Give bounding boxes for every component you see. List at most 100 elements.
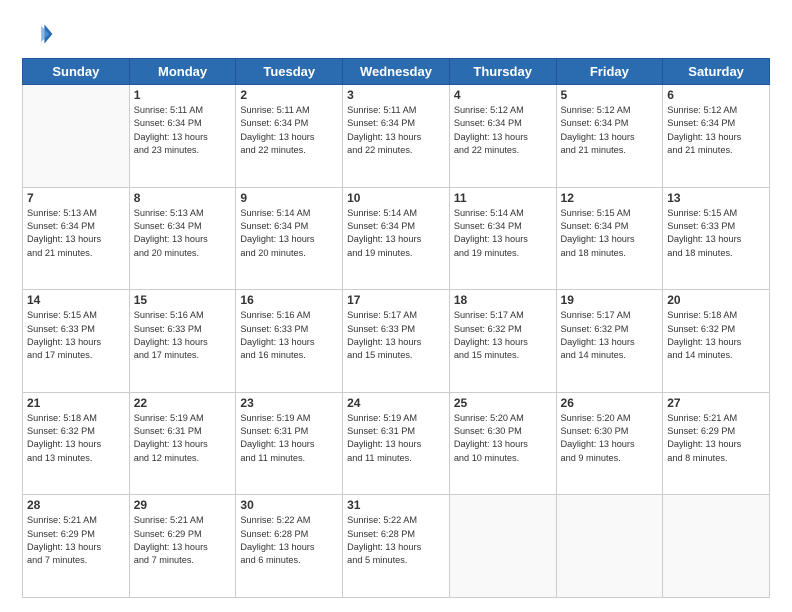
week-row-3: 14 Sunrise: 5:15 AMSunset: 6:33 PMDayligh… bbox=[23, 290, 770, 393]
day-info: Sunrise: 5:18 AMSunset: 6:32 PMDaylight:… bbox=[667, 309, 765, 362]
day-info: Sunrise: 5:14 AMSunset: 6:34 PMDaylight:… bbox=[240, 207, 338, 260]
day-cell-28: 28 Sunrise: 5:21 AMSunset: 6:29 PMDayligh… bbox=[23, 495, 130, 598]
day-number: 25 bbox=[454, 396, 552, 410]
day-number: 13 bbox=[667, 191, 765, 205]
day-cell-9: 9 Sunrise: 5:14 AMSunset: 6:34 PMDaylight… bbox=[236, 187, 343, 290]
day-number: 28 bbox=[27, 498, 125, 512]
day-number: 19 bbox=[561, 293, 659, 307]
day-info: Sunrise: 5:20 AMSunset: 6:30 PMDaylight:… bbox=[561, 412, 659, 465]
day-info: Sunrise: 5:22 AMSunset: 6:28 PMDaylight:… bbox=[240, 514, 338, 567]
day-number: 7 bbox=[27, 191, 125, 205]
day-cell-23: 23 Sunrise: 5:19 AMSunset: 6:31 PMDayligh… bbox=[236, 392, 343, 495]
day-info: Sunrise: 5:18 AMSunset: 6:32 PMDaylight:… bbox=[27, 412, 125, 465]
empty-cell bbox=[556, 495, 663, 598]
day-cell-7: 7 Sunrise: 5:13 AMSunset: 6:34 PMDaylight… bbox=[23, 187, 130, 290]
day-cell-5: 5 Sunrise: 5:12 AMSunset: 6:34 PMDaylight… bbox=[556, 85, 663, 188]
day-cell-18: 18 Sunrise: 5:17 AMSunset: 6:32 PMDayligh… bbox=[449, 290, 556, 393]
day-info: Sunrise: 5:20 AMSunset: 6:30 PMDaylight:… bbox=[454, 412, 552, 465]
day-info: Sunrise: 5:22 AMSunset: 6:28 PMDaylight:… bbox=[347, 514, 445, 567]
day-number: 20 bbox=[667, 293, 765, 307]
day-cell-30: 30 Sunrise: 5:22 AMSunset: 6:28 PMDayligh… bbox=[236, 495, 343, 598]
day-info: Sunrise: 5:15 AMSunset: 6:33 PMDaylight:… bbox=[667, 207, 765, 260]
day-cell-12: 12Sunrise: 5:15 AMSunset: 6:34 PMDayligh… bbox=[556, 187, 663, 290]
day-info: Sunrise: 5:14 AMSunset: 6:34 PMDaylight:… bbox=[347, 207, 445, 260]
day-info: Sunrise: 5:12 AMSunset: 6:34 PMDaylight:… bbox=[454, 104, 552, 157]
day-cell-16: 16 Sunrise: 5:16 AMSunset: 6:33 PMDayligh… bbox=[236, 290, 343, 393]
week-row-1: 1Sunrise: 5:11 AMSunset: 6:34 PMDaylight… bbox=[23, 85, 770, 188]
day-info: Sunrise: 5:19 AMSunset: 6:31 PMDaylight:… bbox=[134, 412, 232, 465]
column-header-monday: Monday bbox=[129, 59, 236, 85]
day-cell-8: 8 Sunrise: 5:13 AMSunset: 6:34 PMDaylight… bbox=[129, 187, 236, 290]
week-row-2: 7 Sunrise: 5:13 AMSunset: 6:34 PMDaylight… bbox=[23, 187, 770, 290]
day-info: Sunrise: 5:17 AMSunset: 6:33 PMDaylight:… bbox=[347, 309, 445, 362]
empty-cell bbox=[663, 495, 770, 598]
day-number: 4 bbox=[454, 88, 552, 102]
day-info: Sunrise: 5:15 AMSunset: 6:34 PMDaylight:… bbox=[561, 207, 659, 260]
day-cell-26: 26 Sunrise: 5:20 AMSunset: 6:30 PMDayligh… bbox=[556, 392, 663, 495]
day-cell-6: 6 Sunrise: 5:12 AMSunset: 6:34 PMDaylight… bbox=[663, 85, 770, 188]
day-cell-13: 13 Sunrise: 5:15 AMSunset: 6:33 PMDayligh… bbox=[663, 187, 770, 290]
day-number: 11 bbox=[454, 191, 552, 205]
calendar-table: SundayMondayTuesdayWednesdayThursdayFrid… bbox=[22, 58, 770, 598]
day-number: 8 bbox=[134, 191, 232, 205]
header bbox=[22, 18, 770, 50]
day-number: 30 bbox=[240, 498, 338, 512]
day-number: 5 bbox=[561, 88, 659, 102]
day-cell-31: 31 Sunrise: 5:22 AMSunset: 6:28 PMDayligh… bbox=[343, 495, 450, 598]
day-cell-25: 25 Sunrise: 5:20 AMSunset: 6:30 PMDayligh… bbox=[449, 392, 556, 495]
day-info: Sunrise: 5:16 AMSunset: 6:33 PMDaylight:… bbox=[240, 309, 338, 362]
empty-cell bbox=[449, 495, 556, 598]
day-cell-29: 29Sunrise: 5:21 AMSunset: 6:29 PMDayligh… bbox=[129, 495, 236, 598]
column-header-thursday: Thursday bbox=[449, 59, 556, 85]
day-cell-22: 22 Sunrise: 5:19 AMSunset: 6:31 PMDayligh… bbox=[129, 392, 236, 495]
day-number: 31 bbox=[347, 498, 445, 512]
page: SundayMondayTuesdayWednesdayThursdayFrid… bbox=[0, 0, 792, 612]
day-info: Sunrise: 5:21 AMSunset: 6:29 PMDaylight:… bbox=[27, 514, 125, 567]
day-cell-14: 14 Sunrise: 5:15 AMSunset: 6:33 PMDayligh… bbox=[23, 290, 130, 393]
day-number: 27 bbox=[667, 396, 765, 410]
day-cell-3: 3Sunrise: 5:11 AMSunset: 6:34 PMDaylight… bbox=[343, 85, 450, 188]
logo-icon bbox=[22, 18, 54, 50]
column-header-friday: Friday bbox=[556, 59, 663, 85]
day-number: 29 bbox=[134, 498, 232, 512]
column-header-saturday: Saturday bbox=[663, 59, 770, 85]
day-number: 26 bbox=[561, 396, 659, 410]
calendar-header-row: SundayMondayTuesdayWednesdayThursdayFrid… bbox=[23, 59, 770, 85]
day-number: 21 bbox=[27, 396, 125, 410]
day-number: 22 bbox=[134, 396, 232, 410]
day-info: Sunrise: 5:15 AMSunset: 6:33 PMDaylight:… bbox=[27, 309, 125, 362]
day-info: Sunrise: 5:19 AMSunset: 6:31 PMDaylight:… bbox=[240, 412, 338, 465]
day-cell-2: 2 Sunrise: 5:11 AMSunset: 6:34 PMDaylight… bbox=[236, 85, 343, 188]
day-cell-11: 11 Sunrise: 5:14 AMSunset: 6:34 PMDayligh… bbox=[449, 187, 556, 290]
day-cell-20: 20 Sunrise: 5:18 AMSunset: 6:32 PMDayligh… bbox=[663, 290, 770, 393]
day-info: Sunrise: 5:14 AMSunset: 6:34 PMDaylight:… bbox=[454, 207, 552, 260]
day-info: Sunrise: 5:19 AMSunset: 6:31 PMDaylight:… bbox=[347, 412, 445, 465]
week-row-4: 21 Sunrise: 5:18 AMSunset: 6:32 PMDayligh… bbox=[23, 392, 770, 495]
day-cell-1: 1Sunrise: 5:11 AMSunset: 6:34 PMDaylight… bbox=[129, 85, 236, 188]
day-number: 16 bbox=[240, 293, 338, 307]
day-number: 10 bbox=[347, 191, 445, 205]
day-cell-15: 15Sunrise: 5:16 AMSunset: 6:33 PMDayligh… bbox=[129, 290, 236, 393]
day-number: 23 bbox=[240, 396, 338, 410]
day-number: 6 bbox=[667, 88, 765, 102]
day-number: 2 bbox=[240, 88, 338, 102]
day-info: Sunrise: 5:13 AMSunset: 6:34 PMDaylight:… bbox=[134, 207, 232, 260]
day-number: 9 bbox=[240, 191, 338, 205]
day-number: 14 bbox=[27, 293, 125, 307]
day-info: Sunrise: 5:17 AMSunset: 6:32 PMDaylight:… bbox=[454, 309, 552, 362]
day-info: Sunrise: 5:13 AMSunset: 6:34 PMDaylight:… bbox=[27, 207, 125, 260]
empty-cell bbox=[23, 85, 130, 188]
day-cell-24: 24 Sunrise: 5:19 AMSunset: 6:31 PMDayligh… bbox=[343, 392, 450, 495]
day-info: Sunrise: 5:12 AMSunset: 6:34 PMDaylight:… bbox=[667, 104, 765, 157]
day-info: Sunrise: 5:11 AMSunset: 6:34 PMDaylight:… bbox=[240, 104, 338, 157]
day-cell-27: 27 Sunrise: 5:21 AMSunset: 6:29 PMDayligh… bbox=[663, 392, 770, 495]
day-info: Sunrise: 5:17 AMSunset: 6:32 PMDaylight:… bbox=[561, 309, 659, 362]
day-info: Sunrise: 5:12 AMSunset: 6:34 PMDaylight:… bbox=[561, 104, 659, 157]
column-header-wednesday: Wednesday bbox=[343, 59, 450, 85]
column-header-tuesday: Tuesday bbox=[236, 59, 343, 85]
day-number: 24 bbox=[347, 396, 445, 410]
day-info: Sunrise: 5:21 AMSunset: 6:29 PMDaylight:… bbox=[667, 412, 765, 465]
day-cell-19: 19 Sunrise: 5:17 AMSunset: 6:32 PMDayligh… bbox=[556, 290, 663, 393]
day-cell-21: 21 Sunrise: 5:18 AMSunset: 6:32 PMDayligh… bbox=[23, 392, 130, 495]
day-number: 18 bbox=[454, 293, 552, 307]
